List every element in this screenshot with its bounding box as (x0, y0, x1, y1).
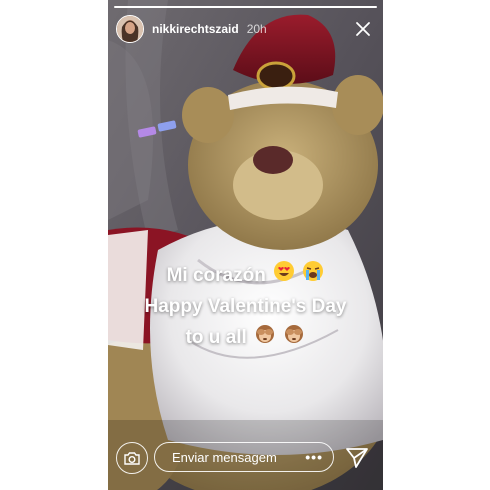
camera-icon[interactable] (116, 442, 148, 474)
avatar[interactable] (116, 15, 144, 43)
message-input[interactable]: Enviar mensagem ••• (154, 442, 334, 472)
loudly-crying-face-icon (302, 260, 324, 292)
story-header: nikkirechtszaid 20h (116, 14, 375, 44)
caption-text: Mi corazón (166, 265, 266, 287)
username[interactable]: nikkirechtszaid (152, 22, 239, 36)
story-timestamp: 20h (246, 22, 267, 36)
see-no-evil-monkey-icon (283, 322, 305, 354)
message-placeholder: Enviar mensagem (172, 449, 277, 465)
caption-text: to u all (185, 327, 247, 349)
story-caption: Mi corazón Happy Valentine's Day to u al… (108, 260, 383, 354)
story-photo (108, 0, 383, 490)
caption-line-2: Happy Valentine's Day (144, 296, 347, 317)
story-footer: Enviar mensagem ••• (108, 434, 383, 490)
more-options-icon[interactable]: ••• (305, 449, 323, 465)
close-icon[interactable] (351, 17, 375, 41)
story-viewer[interactable]: nikkirechtszaid 20h Mi corazón Happy Val… (108, 0, 383, 490)
heart-eyes-face-icon (273, 260, 295, 292)
send-icon[interactable] (344, 445, 370, 471)
caption-line-1: Mi corazón (108, 260, 383, 292)
caption-line-3: to u all (108, 322, 383, 354)
progress-segment (114, 6, 377, 8)
story-progress-bar (114, 6, 377, 8)
see-no-evil-monkey-icon (254, 322, 276, 354)
